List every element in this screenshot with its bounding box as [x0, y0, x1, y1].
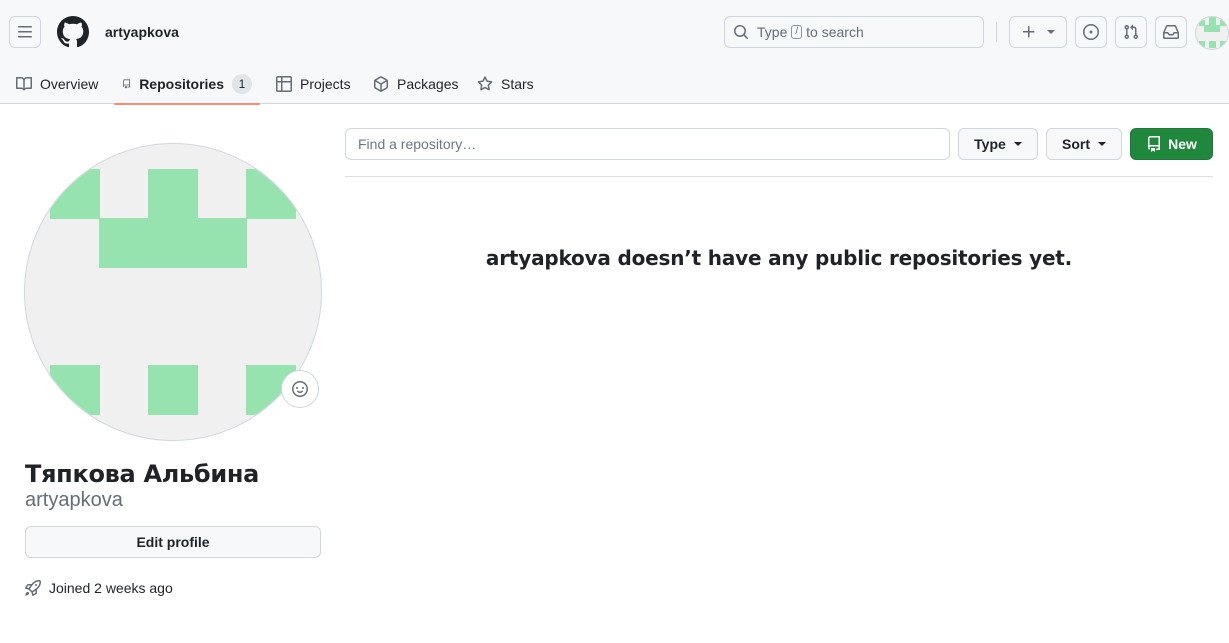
sort-button[interactable]: Sort [1046, 128, 1122, 160]
tab-projects[interactable]: Projects [276, 64, 351, 104]
type-filter-button[interactable]: Type [958, 128, 1038, 160]
search-prefix: Type [757, 24, 788, 40]
book-icon [16, 76, 32, 91]
package-icon [374, 76, 388, 92]
table-icon [276, 76, 292, 92]
repo-icon [123, 79, 131, 89]
global-search[interactable]: Type / to search [724, 16, 984, 48]
tab-overview[interactable]: Overview [16, 64, 98, 104]
tab-repositories[interactable]: Repositories 1 [114, 64, 260, 105]
tab-stars[interactable]: Stars [477, 64, 534, 104]
chevron-down-icon [1047, 30, 1055, 34]
identicon-block [99, 218, 247, 268]
repo-count-badge: 1 [232, 74, 252, 94]
git-pull-request-icon [1124, 24, 1139, 40]
edit-profile-button[interactable]: Edit profile [25, 526, 321, 558]
tab-packages[interactable]: Packages [373, 64, 458, 104]
identicon-block [50, 365, 100, 415]
pull-requests-button[interactable] [1115, 16, 1147, 48]
identicon-block [148, 365, 198, 415]
identicon-block [148, 169, 198, 219]
divider [345, 176, 1213, 177]
identicon-block [1204, 25, 1220, 32]
chevron-down-icon [1013, 142, 1022, 146]
find-repository-input[interactable] [345, 128, 950, 160]
search-shortcut-key: / [791, 25, 803, 39]
joined-text: Joined 2 weeks ago [49, 580, 173, 596]
search-icon [734, 25, 749, 40]
smiley-icon [292, 381, 308, 397]
star-icon [477, 76, 493, 91]
joined-info: Joined 2 weeks ago [25, 580, 173, 596]
chevron-down-icon [1098, 142, 1106, 146]
identicon-block [1220, 41, 1227, 48]
profile-full-name: Тяпкова Альбина [25, 460, 260, 488]
hamburger-icon [18, 26, 32, 38]
create-new-button[interactable] [1009, 16, 1067, 48]
tab-label: Packages [397, 76, 459, 92]
empty-state-message: artyapkova doesn’t have any public repos… [485, 246, 1073, 270]
profile-login: artyapkova [25, 489, 123, 511]
plus-icon [1023, 26, 1035, 38]
identicon-block [50, 169, 100, 219]
sort-label: Sort [1062, 136, 1090, 152]
identicon-block [1199, 41, 1205, 48]
set-status-button[interactable] [281, 370, 319, 408]
issue-opened-icon [1083, 24, 1099, 40]
tab-label: Overview [40, 76, 99, 92]
menu-button[interactable] [9, 16, 41, 48]
app-header: artyapkova Type / to search Overview Rep… [0, 0, 1229, 105]
new-button-label: New [1168, 136, 1197, 152]
repo-icon [1148, 136, 1161, 152]
notifications-button[interactable] [1155, 16, 1187, 48]
github-logo-icon[interactable] [57, 16, 89, 48]
identicon-block [246, 169, 296, 219]
top-bar: artyapkova Type / to search [0, 0, 1229, 64]
issues-button[interactable] [1075, 16, 1107, 48]
user-avatar[interactable] [1195, 16, 1229, 50]
type-filter-label: Type [974, 136, 1006, 152]
rocket-icon [25, 580, 41, 596]
search-suffix: to search [806, 24, 864, 40]
tab-label: Projects [300, 76, 351, 92]
header-divider [996, 22, 997, 42]
header-username[interactable]: artyapkova [105, 24, 179, 40]
identicon-block [1220, 20, 1227, 26]
tab-label: Repositories [139, 76, 224, 92]
new-repository-button[interactable]: New [1130, 128, 1213, 160]
inbox-icon [1163, 25, 1179, 39]
tab-label: Stars [501, 76, 534, 92]
profile-avatar[interactable] [24, 143, 322, 441]
identicon-block [1209, 41, 1216, 48]
